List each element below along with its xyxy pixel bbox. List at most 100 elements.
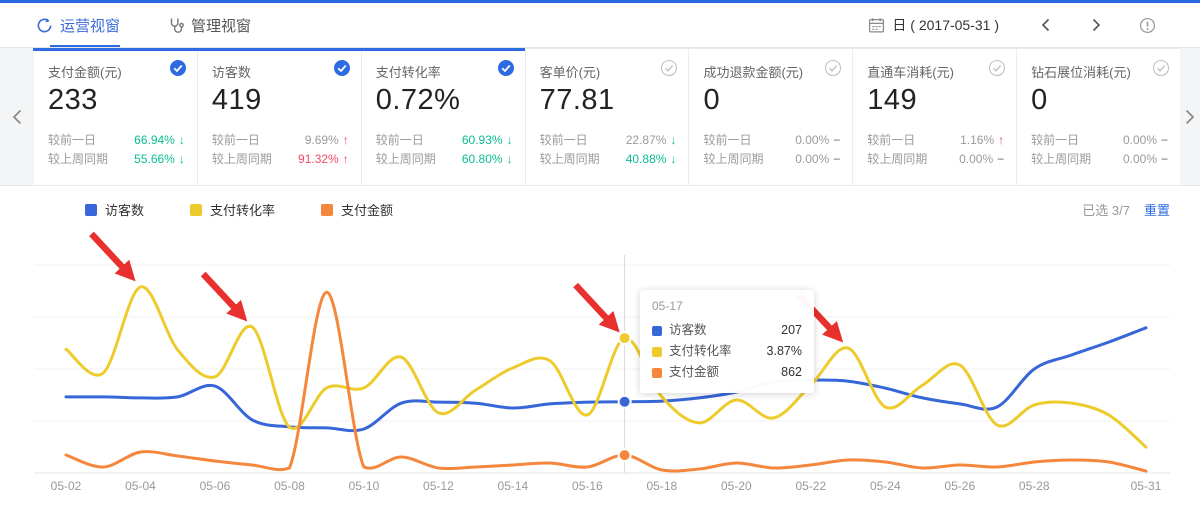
metric-card[interactable]: 成功退款金额(元) 0 较前一日0.00%−较上周同期0.00%− [688,48,852,185]
down-arrow-icon: ↓ [507,131,513,150]
card-compare-rows: 较前一日22.87%↓较上周同期40.88%↓ [540,131,677,169]
card-title: 成功退款金额(元) [703,62,840,81]
compare-label: 较前一日 [867,131,915,150]
down-arrow-icon: ↓ [179,150,185,169]
compare-label: 较上周同期 [1031,150,1091,169]
x-axis-label: 05-10 [349,479,380,493]
card-compare-rows: 较前一日66.94%↓较上周同期55.66%↓ [48,131,185,169]
header: 运营视窗 管理视窗 日 ( 2017-05-31 ) [0,3,1200,48]
cards-scroll-left-button[interactable] [0,48,34,185]
tab-operations-view[interactable]: 运营视窗 [34,3,122,47]
compare-value: 0.00% [959,150,993,169]
card-value: 0 [1031,84,1168,117]
flat-arrow-icon: − [833,150,840,169]
compare-label: 较上周同期 [703,150,763,169]
x-axis-label: 05-24 [870,479,901,493]
compare-value: 0.00% [1123,131,1157,150]
legend-item-2[interactable]: 支付金额 [321,200,393,219]
x-axis-label: 05-20 [721,479,752,493]
card-compare-rows: 较前一日9.69%↑较上周同期 91.32%↑ [212,131,349,169]
card-compare-row: 较前一日9.69%↑ [212,131,349,150]
metric-card[interactable]: 支付金额(元) 233 较前一日66.94%↓较上周同期55.66%↓ [34,48,197,185]
card-compare-rows: 较前一日 0.00%−较上周同期 0.00%− [1031,131,1168,169]
card-compare-row: 较前一日1.16%↑ [867,131,1004,150]
card-title: 支付金额(元) [48,62,185,81]
compare-label: 较上周同期 [376,150,436,169]
tooltip-swatch-icon [652,347,662,357]
date-controls: 日 ( 2017-05-31 ) [868,15,1156,35]
management-view-icon [168,17,184,34]
cards-scroll-right-button[interactable] [1180,48,1200,185]
date-label[interactable]: 日 ( 2017-05-31 ) [892,15,999,35]
metric-card[interactable]: 直通车消耗(元) 149 较前一日1.16%↑较上周同期0.00%− [852,48,1016,185]
card-check-icon[interactable] [824,59,842,77]
card-title: 钻石展位消耗(元) [1031,62,1168,81]
card-compare-row: 较上周同期 0.00%− [1031,150,1168,169]
compare-value: 91.32% [298,150,339,169]
x-axis-label: 05-14 [498,479,529,493]
metric-card[interactable]: 钻石展位消耗(元) 0 较前一日 0.00%−较上周同期 0.00%− [1016,48,1180,185]
card-value: 77.81 [540,84,677,117]
reset-link[interactable]: 重置 [1144,200,1170,219]
next-date-chevron-icon[interactable] [1092,18,1101,32]
metric-cards-row: 支付金额(元) 233 较前一日66.94%↓较上周同期55.66%↓ 访客数 … [0,48,1200,186]
flat-arrow-icon: − [997,150,1004,169]
chart-canvas[interactable]: 05-0205-0405-0605-0805-1005-1205-1405-16… [0,233,1200,523]
compare-value: 22.87% [626,131,667,150]
card-check-icon[interactable] [169,59,187,77]
red-annotation-arrow [91,234,131,277]
legend-item-1[interactable]: 支付转化率 [190,200,275,219]
metric-card[interactable]: 支付转化率 0.72% 较前一日60.93%↓较上周同期60.80%↓ [361,48,525,185]
chart-legend-bar: 访客数支付转化率支付金额 已选 3/7 重置 [0,186,1200,233]
x-axis-label: 05-16 [572,479,603,493]
card-compare-rows: 较前一日1.16%↑较上周同期0.00%− [867,131,1004,169]
tooltip-row: 支付金额862 [652,362,802,383]
tooltip-value: 207 [781,320,802,341]
compare-value: 9.69% [305,131,339,150]
card-value: 419 [212,84,349,117]
flat-arrow-icon: − [1161,150,1168,169]
compare-value: 40.88% [626,150,667,169]
card-title: 访客数 [212,62,349,81]
card-check-icon[interactable] [333,59,351,77]
tab-management-view[interactable]: 管理视窗 [166,3,253,47]
compare-value: 60.93% [462,131,503,150]
legend-swatch-icon [85,204,97,216]
card-value: 0 [703,84,840,117]
compare-label: 较前一日 [1031,131,1079,150]
card-check-icon[interactable] [497,59,515,77]
legend-label: 支付转化率 [210,200,275,219]
tooltip-label: 支付转化率 [669,341,732,362]
prev-date-chevron-icon[interactable] [1041,18,1050,32]
tooltip-swatch-icon [652,326,662,336]
compare-value: 0.00% [795,150,829,169]
legend-item-0[interactable]: 访客数 [85,200,144,219]
card-check-icon[interactable] [660,59,678,77]
calendar-icon[interactable] [868,17,885,34]
legend-label: 访客数 [105,200,144,219]
compare-label: 较前一日 [376,131,424,150]
card-compare-row: 较前一日0.00%− [1031,131,1168,150]
card-value: 233 [48,84,185,117]
x-axis-label: 05-28 [1019,479,1050,493]
card-title: 客单价(元) [540,62,677,81]
down-arrow-icon: ↓ [507,150,513,169]
compare-value: 0.00% [1123,150,1157,169]
card-compare-row: 较前一日66.94%↓ [48,131,185,150]
info-icon[interactable] [1139,17,1156,34]
up-arrow-icon: ↑ [343,150,349,169]
tab-label: 管理视窗 [191,15,251,36]
metric-card[interactable]: 访客数 419 较前一日9.69%↑较上周同期 91.32%↑ [197,48,361,185]
card-compare-row: 较前一日22.87%↓ [540,131,677,150]
metric-card[interactable]: 客单价(元) 77.81 较前一日22.87%↓较上周同期40.88%↓ [525,48,689,185]
card-check-icon[interactable] [988,59,1006,77]
compare-label: 较前一日 [703,131,751,150]
x-axis-label: 05-02 [51,479,82,493]
compare-label: 较前一日 [540,131,588,150]
compare-value: 0.00% [795,131,829,150]
card-compare-row: 较上周同期 91.32%↑ [212,150,349,169]
tooltip-dot-2 [619,449,631,461]
tooltip-row: 支付转化率3.87% [652,341,802,362]
compare-label: 较上周同期 [212,150,272,169]
card-check-icon[interactable] [1152,59,1170,77]
